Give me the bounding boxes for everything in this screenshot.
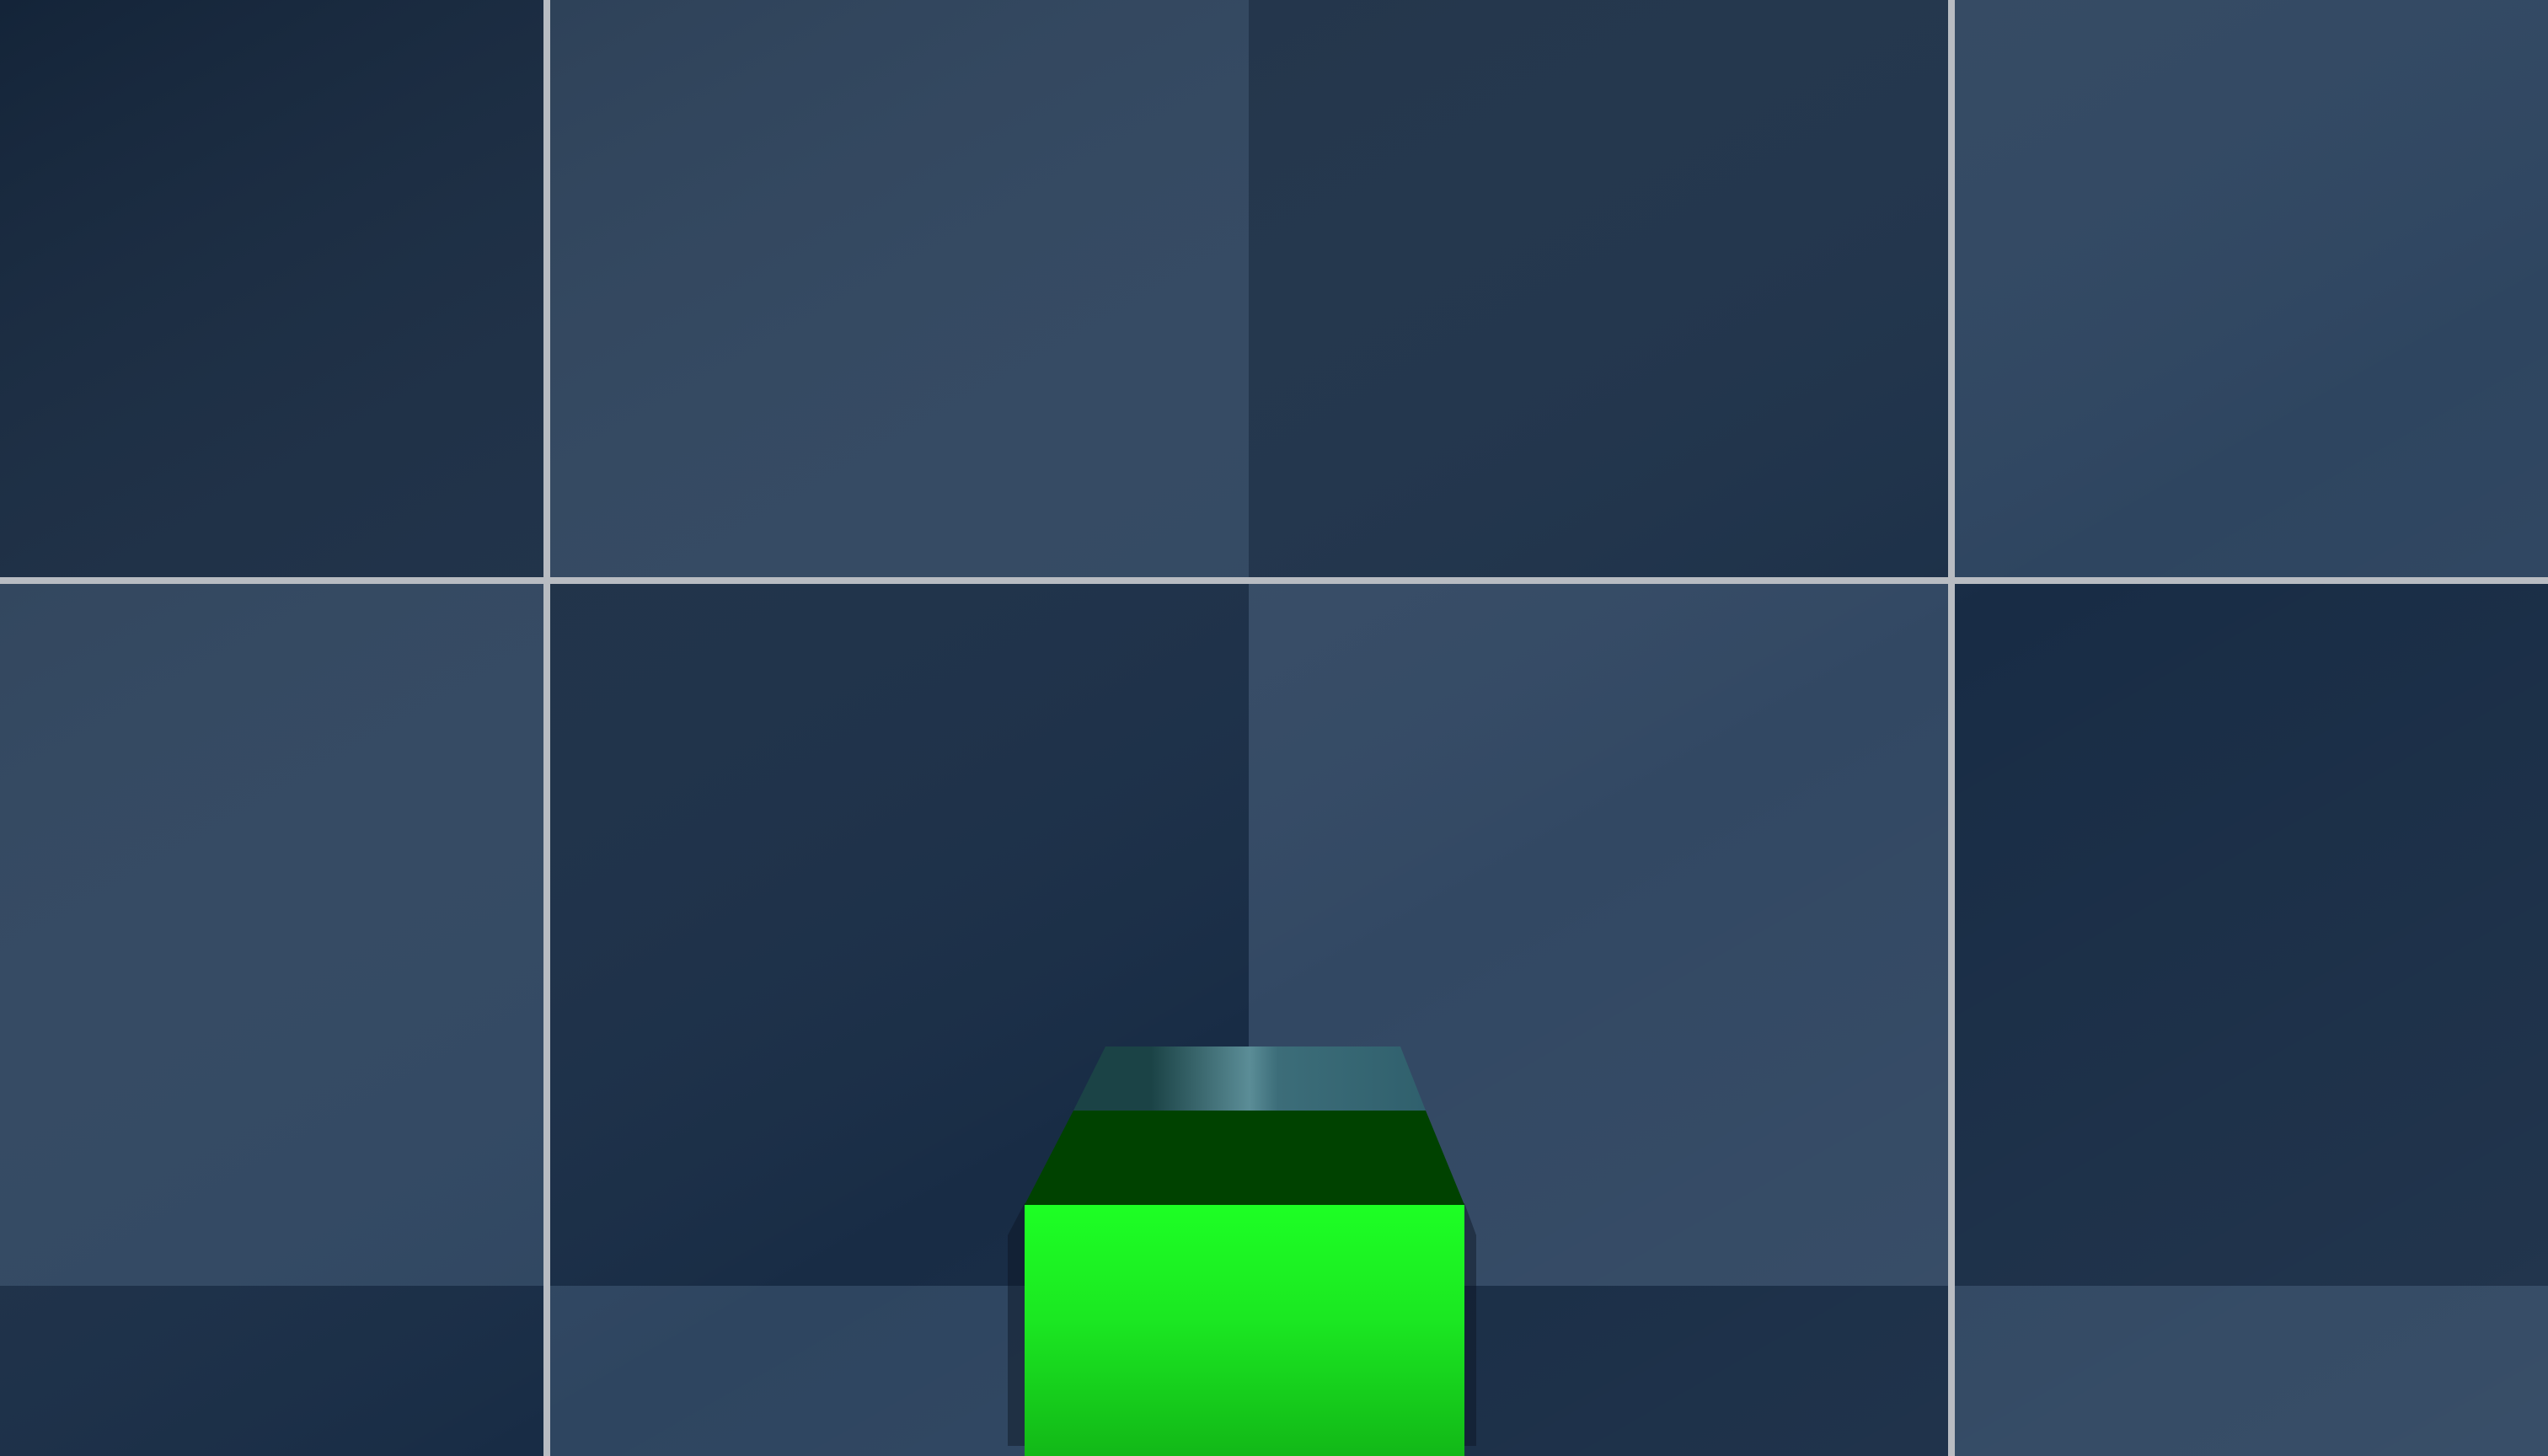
green-cube-player[interactable]: [1008, 1046, 1476, 1456]
cube-side-face: [1025, 1111, 1464, 1205]
game-board[interactable]: [0, 0, 2548, 1456]
cube-top-face: [1073, 1046, 1426, 1111]
cube-front-face: [1025, 1205, 1464, 1456]
